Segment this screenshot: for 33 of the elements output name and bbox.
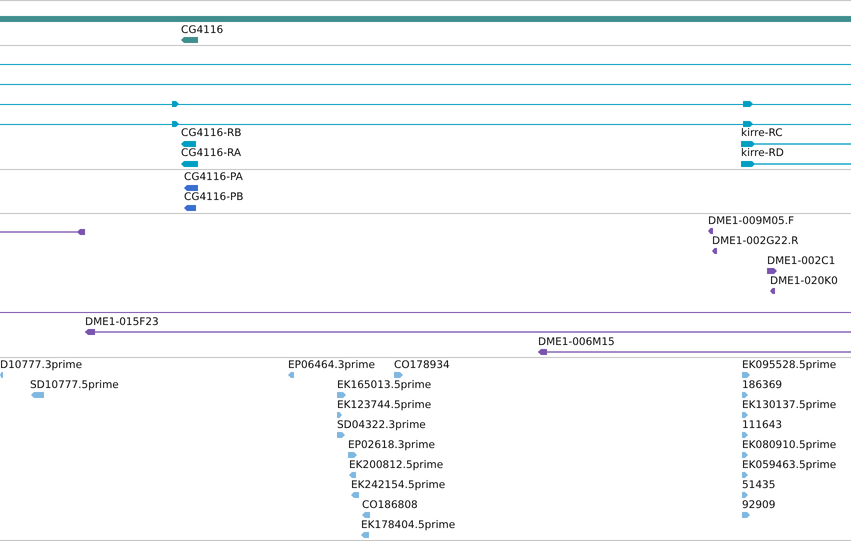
feature-label: 186369 bbox=[742, 378, 782, 392]
feature-label: CG4116-RA bbox=[181, 146, 242, 160]
feature-label: EP06464.3prime bbox=[288, 358, 375, 372]
feature-label: D10777.3prime bbox=[0, 358, 82, 372]
feature-label: DME1-006M15 bbox=[538, 335, 615, 349]
feature-label: EK080910.5prime bbox=[742, 438, 836, 452]
feature-label: SD04322.3prime bbox=[337, 418, 426, 432]
feature-label: EP02618.3prime bbox=[348, 438, 435, 452]
feature-label: EK059463.5prime bbox=[742, 458, 836, 472]
feature-label: EK130137.5prime bbox=[742, 398, 836, 412]
feature-label: 92909 bbox=[742, 498, 776, 512]
feature-label: DME1-020K0 bbox=[770, 274, 838, 288]
feature-label: CG4116 bbox=[181, 23, 224, 37]
feature-label: CO186808 bbox=[362, 498, 418, 512]
feature-label: CG4116-RB bbox=[181, 126, 242, 140]
feature-label: DME1-002C1 bbox=[767, 254, 836, 268]
feature-label: 111643 bbox=[742, 418, 782, 432]
feature-label: EK178404.5prime bbox=[361, 518, 456, 532]
feature-label: CG4116-PB bbox=[184, 190, 244, 204]
feature-label: kirre-RC bbox=[741, 126, 783, 140]
feature-label: EK200812.5prime bbox=[349, 458, 444, 472]
feature-label: 51435 bbox=[742, 478, 776, 492]
feature-label: DME1-015F23 bbox=[85, 315, 159, 329]
feature-label: EK165013.5prime bbox=[337, 378, 432, 392]
feature-label: CO178934 bbox=[394, 358, 450, 372]
feature-label: kirre-RD bbox=[741, 146, 784, 160]
feature-label: DME1-002G22.R bbox=[712, 234, 798, 248]
feature-label: DME1-009M05.F bbox=[708, 214, 794, 228]
feature-label: EK123744.5prime bbox=[337, 398, 432, 412]
feature-label: SD10777.5prime bbox=[30, 378, 119, 392]
feature-label: CG4116-PA bbox=[184, 170, 243, 184]
feature-label: EK095528.5prime bbox=[742, 358, 836, 372]
feature-label: EK242154.5prime bbox=[351, 478, 446, 492]
